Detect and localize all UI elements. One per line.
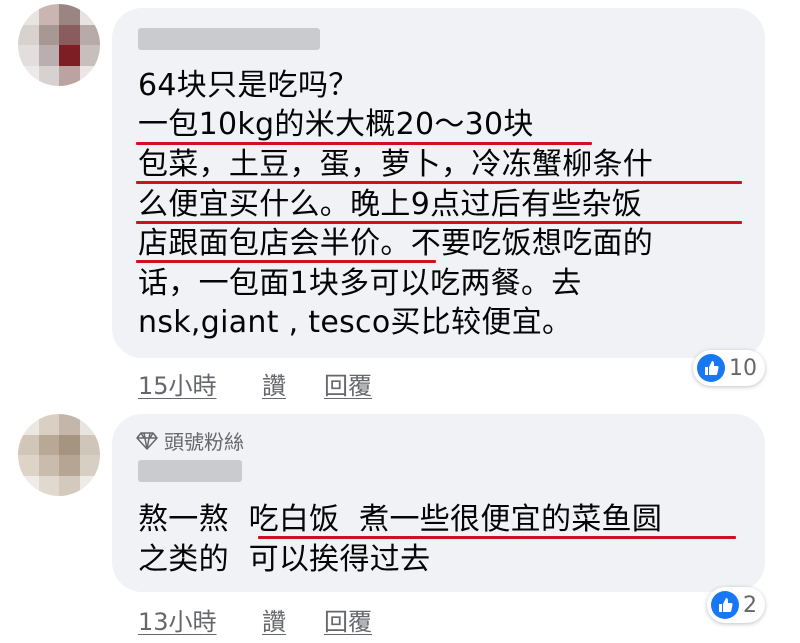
avatar[interactable] xyxy=(18,414,100,496)
like-link[interactable]: 讚 xyxy=(262,602,286,637)
comment-line: 一包10kg的米大概20～30块 xyxy=(138,107,534,142)
comment-timestamp[interactable]: 13小時 xyxy=(138,602,217,637)
avatar[interactable] xyxy=(18,4,100,86)
reply-link[interactable]: 回覆 xyxy=(324,602,372,637)
reaction-count: 10 xyxy=(729,355,757,381)
comment-line: nsk,giant , tesco买比较便宜。 xyxy=(138,305,573,340)
comment-bubble: 頭號粉絲 熬一熬 吃白饭 煮一些很便宜的菜鱼圆 之类的 可以挨得过去 xyxy=(112,414,765,592)
commenter-name-blurred[interactable] xyxy=(138,28,320,50)
comment-line: 64块只是吃吗？ xyxy=(138,68,359,103)
comment-line: 话，一包面1块多可以吃两餐。去 xyxy=(138,266,582,301)
highlight-underline xyxy=(258,536,736,539)
thumbs-up-icon xyxy=(697,354,725,382)
commenter-name-blurred[interactable] xyxy=(138,460,242,482)
diamond-icon xyxy=(136,431,158,450)
comment-line: 么便宜买什么。晚上9点过后有些杂饭 xyxy=(138,187,643,222)
highlight-underline xyxy=(136,181,742,184)
reaction-count-badge[interactable]: 2 xyxy=(707,587,765,623)
reaction-count: 2 xyxy=(743,592,757,618)
comment-line: 之类的 可以挨得过去 xyxy=(138,542,431,577)
comment-timestamp[interactable]: 15小時 xyxy=(138,366,217,401)
highlight-underline xyxy=(136,260,436,263)
reaction-count-badge[interactable]: 10 xyxy=(693,350,765,386)
top-fan-badge[interactable]: 頭號粉絲 xyxy=(136,426,244,455)
comment-line: 包菜，土豆，蛋，萝卜，冷冻蟹柳条什 xyxy=(138,147,654,182)
comment-line: 熬一熬 吃白饭 煮一些很便宜的菜鱼圆 xyxy=(138,502,663,537)
like-link[interactable]: 讚 xyxy=(262,366,286,401)
highlight-underline xyxy=(136,142,592,145)
top-fan-label: 頭號粉絲 xyxy=(164,430,244,454)
comment-bubble: 64块只是吃吗？ 一包10kg的米大概20～30块 包菜，土豆，蛋，萝卜，冷冻蟹… xyxy=(112,8,765,358)
reply-link[interactable]: 回覆 xyxy=(324,366,372,401)
comment-line: 店跟面包店会半价。不要吃饭想吃面的 xyxy=(138,226,654,261)
highlight-underline xyxy=(136,221,742,224)
thumbs-up-icon xyxy=(711,591,739,619)
